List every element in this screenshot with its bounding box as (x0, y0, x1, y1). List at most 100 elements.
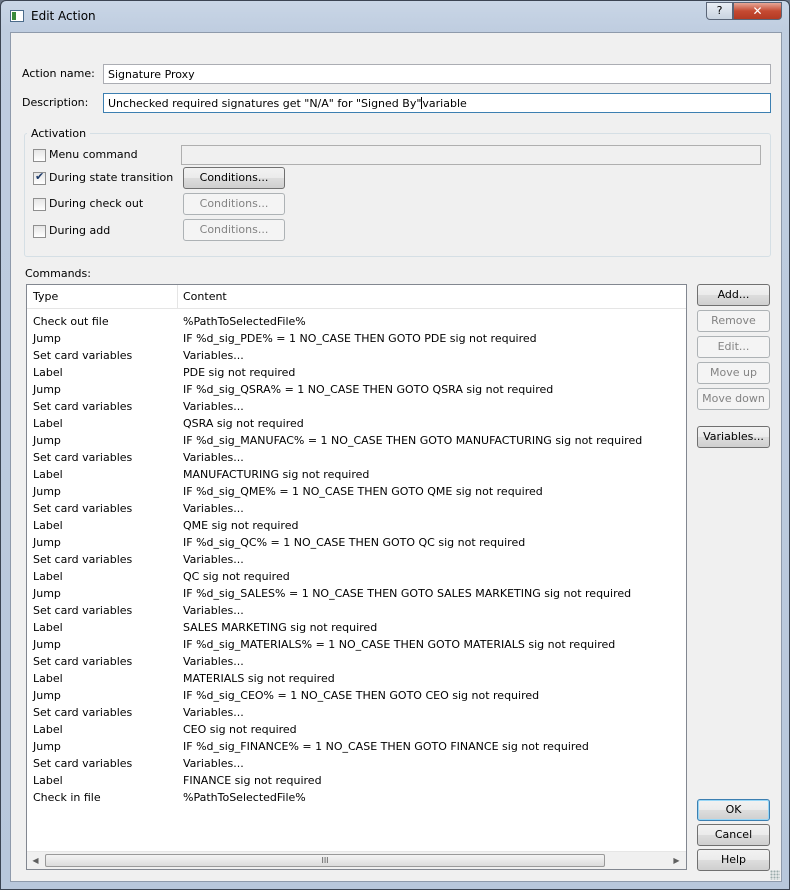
cell-type: Jump (33, 485, 61, 498)
state-transition-conditions-button[interactable]: Conditions... (183, 167, 285, 189)
during-add-checkbox[interactable] (33, 225, 46, 238)
description-value-rest: variable (422, 97, 467, 110)
check-out-conditions-button[interactable]: Conditions... (183, 193, 285, 215)
cell-content: %PathToSelectedFile% (183, 315, 306, 328)
cell-content: PDE sig not required (183, 366, 296, 379)
edit-button[interactable]: Edit... (697, 336, 770, 358)
column-header-content[interactable]: Content (177, 285, 686, 308)
ok-button[interactable]: OK (697, 799, 770, 821)
cancel-button[interactable]: Cancel (697, 824, 770, 846)
table-row[interactable]: Set card variables Variables... (27, 704, 686, 721)
variables-button[interactable]: Variables... (697, 426, 770, 448)
scroll-right-icon[interactable]: ▶ (668, 852, 685, 869)
table-row[interactable]: Jump IF %d_sig_MATERIALS% = 1 NO_CASE THE… (27, 636, 686, 653)
column-header-type[interactable]: Type (27, 285, 177, 308)
table-row[interactable]: Set card variables Variables... (27, 500, 686, 517)
cell-type: Set card variables (33, 553, 133, 566)
table-row[interactable]: Set card variables Variables... (27, 347, 686, 364)
table-row[interactable]: Label QME sig not required (27, 517, 686, 534)
help-button[interactable]: Help (697, 849, 770, 871)
cell-content: Variables... (183, 553, 244, 566)
menu-command-checkbox[interactable] (33, 149, 46, 162)
cell-content: FINANCE sig not required (183, 774, 322, 787)
table-row[interactable]: Label QC sig not required (27, 568, 686, 585)
cell-type: Set card variables (33, 400, 133, 413)
cell-type: Jump (33, 689, 61, 702)
table-row[interactable]: Jump IF %d_sig_FINANCE% = 1 NO_CASE THEN … (27, 738, 686, 755)
table-row[interactable]: Jump IF %d_sig_QME% = 1 NO_CASE THEN GOTO… (27, 483, 686, 500)
edit-action-window: Edit Action ? ✕ Action name: Signature P… (0, 0, 790, 890)
cell-content: IF %d_sig_PDE% = 1 NO_CASE THEN GOTO PDE… (183, 332, 537, 345)
commands-list[interactable]: Type Content Check out file %PathToSelect… (26, 284, 687, 870)
table-row[interactable]: Set card variables Variables... (27, 398, 686, 415)
remove-button[interactable]: Remove (697, 310, 770, 332)
cell-content: QME sig not required (183, 519, 299, 532)
move-up-button[interactable]: Move up (697, 362, 770, 384)
table-row[interactable]: Set card variables Variables... (27, 551, 686, 568)
description-input[interactable]: Unchecked required signatures get "N/A" … (103, 93, 771, 113)
close-button[interactable]: ✕ (733, 2, 782, 20)
table-row[interactable]: Jump IF %d_sig_MANUFAC% = 1 NO_CASE THEN … (27, 432, 686, 449)
action-name-label: Action name: (22, 67, 95, 80)
title-bar[interactable]: Edit Action ? ✕ (1, 1, 789, 31)
dialog-client-area: Action name: Signature Proxy Description… (10, 32, 782, 882)
cell-type: Label (33, 723, 63, 736)
cell-content: IF %d_sig_SALES% = 1 NO_CASE THEN GOTO S… (183, 587, 632, 600)
description-value: Unchecked required signatures get "N/A" … (108, 97, 422, 110)
cell-content: Variables... (183, 706, 244, 719)
cell-content: IF %d_sig_QME% = 1 NO_CASE THEN GOTO QME… (183, 485, 543, 498)
cell-type: Set card variables (33, 349, 133, 362)
add-conditions-button[interactable]: Conditions... (183, 219, 285, 241)
add-button[interactable]: Add... (697, 284, 770, 306)
resize-grip-icon[interactable] (770, 870, 780, 880)
cell-content: Variables... (183, 655, 244, 668)
table-row[interactable]: Label MATERIALS sig not required (27, 670, 686, 687)
move-down-button[interactable]: Move down (697, 388, 770, 410)
window-title: Edit Action (31, 9, 96, 23)
cell-type: Jump (33, 740, 61, 753)
table-row[interactable]: Check in file %PathToSelectedFile% (27, 789, 686, 806)
table-row[interactable]: Label MANUFACTURING sig not required (27, 466, 686, 483)
table-row[interactable]: Label PDE sig not required (27, 364, 686, 381)
horizontal-scrollbar[interactable]: ◀ III ▶ (27, 851, 686, 869)
table-row[interactable]: Set card variables Variables... (27, 653, 686, 670)
description-label: Description: (22, 96, 89, 109)
cell-content: Variables... (183, 400, 244, 413)
table-row[interactable]: Jump IF %d_sig_QC% = 1 NO_CASE THEN GOTO … (27, 534, 686, 551)
table-row[interactable]: Label CEO sig not required (27, 721, 686, 738)
cell-type: Set card variables (33, 757, 133, 770)
commands-label: Commands: (25, 267, 91, 280)
help-title-button[interactable]: ? (706, 2, 733, 20)
during-check-out-checkbox[interactable] (33, 198, 46, 211)
cell-content: IF %d_sig_MANUFAC% = 1 NO_CASE THEN GOTO… (183, 434, 643, 447)
table-row[interactable]: Jump IF %d_sig_CEO% = 1 NO_CASE THEN GOTO… (27, 687, 686, 704)
table-row[interactable]: Jump IF %d_sig_QSRA% = 1 NO_CASE THEN GOT… (27, 381, 686, 398)
menu-command-field (181, 145, 761, 165)
scroll-left-icon[interactable]: ◀ (27, 852, 44, 869)
table-row[interactable]: Set card variables Variables... (27, 755, 686, 772)
table-row[interactable]: Label QSRA sig not required (27, 415, 686, 432)
table-row[interactable]: Set card variables Variables... (27, 449, 686, 466)
table-row[interactable]: Set card variables Variables... (27, 602, 686, 619)
table-row[interactable]: Jump IF %d_sig_PDE% = 1 NO_CASE THEN GOTO… (27, 330, 686, 347)
during-state-transition-checkbox[interactable] (33, 170, 46, 185)
cell-content: Variables... (183, 604, 244, 617)
cell-type: Set card variables (33, 655, 133, 668)
cell-content: Variables... (183, 349, 244, 362)
cell-content: IF %d_sig_MATERIALS% = 1 NO_CASE THEN GO… (183, 638, 616, 651)
table-row[interactable]: Check out file %PathToSelectedFile% (27, 313, 686, 330)
menu-command-label: Menu command (49, 148, 138, 161)
table-row[interactable]: Label FINANCE sig not required (27, 772, 686, 789)
cell-type: Label (33, 672, 63, 685)
scroll-thumb[interactable]: III (45, 854, 605, 867)
cell-type: Jump (33, 383, 61, 396)
table-row[interactable]: Jump IF %d_sig_SALES% = 1 NO_CASE THEN GO… (27, 585, 686, 602)
cell-type: Label (33, 468, 63, 481)
cell-content: IF %d_sig_QC% = 1 NO_CASE THEN GOTO QC s… (183, 536, 526, 549)
cell-content: QC sig not required (183, 570, 290, 583)
during-check-out-label: During check out (49, 197, 144, 210)
cell-content: %PathToSelectedFile% (183, 791, 306, 804)
action-name-input[interactable]: Signature Proxy (103, 64, 771, 84)
table-row[interactable]: Label SALES MARKETING sig not required (27, 619, 686, 636)
cell-type: Set card variables (33, 604, 133, 617)
